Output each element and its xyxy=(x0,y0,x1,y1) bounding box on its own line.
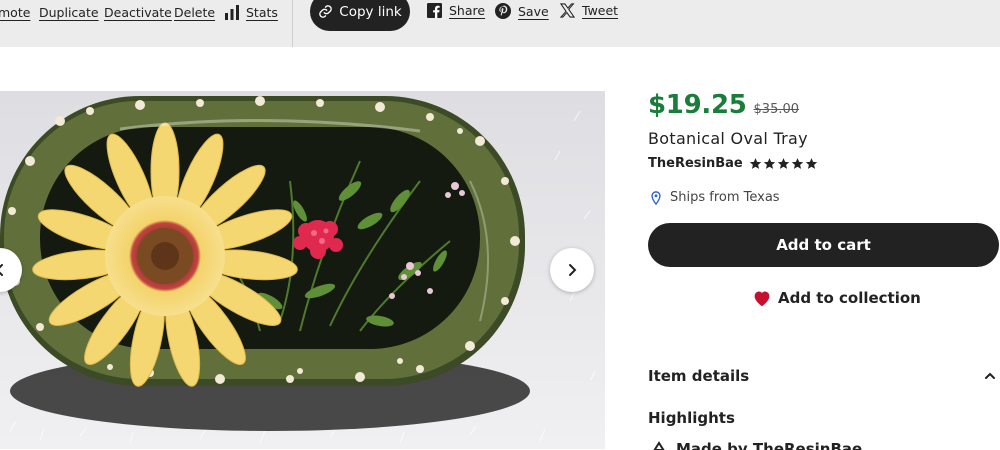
chevron-left-icon xyxy=(0,264,3,276)
star-icon xyxy=(763,158,775,169)
stats-icon xyxy=(225,5,239,20)
item-details-toggle[interactable]: Item details xyxy=(648,367,996,385)
stats-link[interactable]: Stats xyxy=(224,4,278,20)
listing-toolbar: mote Duplicate Deactivate Delete Stats C… xyxy=(0,0,1000,47)
add-to-cart-button[interactable]: Add to cart xyxy=(648,223,999,267)
pinterest-icon xyxy=(495,3,511,19)
sale-price: $19.25 xyxy=(648,90,747,120)
rating-stars[interactable] xyxy=(749,157,818,170)
shop-name-link[interactable]: TheResinBae xyxy=(648,156,743,171)
delete-link[interactable]: Delete xyxy=(174,5,215,20)
price-row: $19.25 $35.00 xyxy=(648,90,799,120)
heart-icon xyxy=(754,291,770,307)
x-twitter-icon xyxy=(560,3,575,18)
share-label: Share xyxy=(449,3,486,18)
copy-link-label: Copy link xyxy=(339,3,402,20)
next-image-button[interactable] xyxy=(550,248,594,292)
add-to-collection-label: Add to collection xyxy=(778,289,921,307)
made-by-icon xyxy=(653,441,665,450)
save-label: Save xyxy=(518,3,549,19)
pinterest-save-button[interactable]: Save xyxy=(495,3,549,19)
star-icon xyxy=(805,158,817,169)
product-image[interactable] xyxy=(0,91,605,449)
facebook-share-button[interactable]: Share xyxy=(427,3,485,18)
item-details-label: Item details xyxy=(648,367,750,385)
highlights-heading: Highlights xyxy=(648,409,735,427)
copy-link-button[interactable]: Copy link xyxy=(310,0,410,31)
product-title: Botanical Oval Tray xyxy=(648,129,808,148)
add-to-collection-button[interactable]: Add to collection xyxy=(752,289,921,307)
facebook-icon xyxy=(427,3,442,18)
stats-label: Stats xyxy=(246,4,278,20)
chevron-up-icon xyxy=(985,372,995,379)
deactivate-link[interactable]: Deactivate xyxy=(104,5,172,20)
toolbar-divider xyxy=(292,0,293,47)
tweet-button[interactable]: Tweet xyxy=(560,3,618,18)
duplicate-link[interactable]: Duplicate xyxy=(39,5,99,20)
made-by-row: Made by TheResinBae xyxy=(650,440,862,450)
original-price: $35.00 xyxy=(753,102,800,117)
shipping-origin: Ships from Texas xyxy=(650,190,780,205)
ships-from-text: Ships from Texas xyxy=(670,190,780,205)
shop-rating-row: TheResinBae xyxy=(648,156,818,171)
star-icon xyxy=(749,158,761,169)
made-by-text: Made by TheResinBae xyxy=(676,440,863,450)
promote-link[interactable]: mote xyxy=(0,5,30,20)
product-photo-illustration xyxy=(0,91,605,449)
tweet-label: Tweet xyxy=(582,3,619,18)
star-icon xyxy=(791,158,803,169)
star-icon xyxy=(777,158,789,169)
chevron-right-icon xyxy=(569,264,577,276)
link-icon xyxy=(319,5,333,18)
location-pin-icon xyxy=(651,190,661,205)
